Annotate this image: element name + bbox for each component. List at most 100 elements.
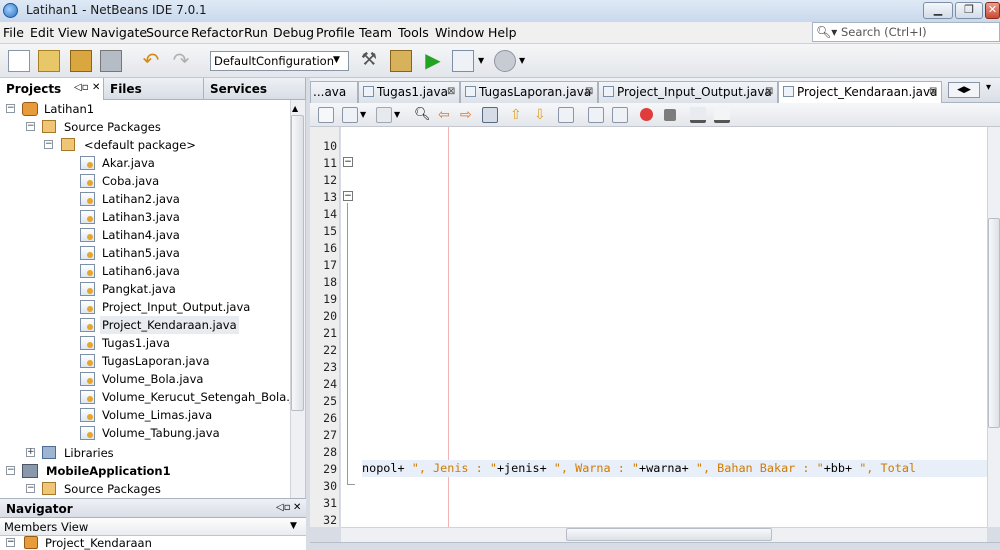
tree-item-project[interactable]: MobileApplication1 [46, 462, 171, 480]
tree-item-file[interactable]: Pangkat.java [102, 280, 176, 298]
toggle-bookmark-icon[interactable] [558, 107, 574, 123]
minimize-pane-icon[interactable]: ◁▫ [276, 502, 290, 513]
fold-toggle-icon[interactable]: − [343, 191, 353, 201]
tree-item-file[interactable]: Latihan5.java [102, 244, 180, 262]
menu-source[interactable]: Source [146, 25, 189, 40]
stop-macro-icon[interactable] [664, 109, 676, 121]
toggle-highlight-icon[interactable] [482, 107, 498, 123]
tree-item-file[interactable]: Latihan6.java [102, 262, 180, 280]
menu-refactor[interactable]: Refactor [191, 25, 243, 40]
profile-dropdown-icon[interactable]: ▼ [519, 50, 529, 72]
close-tab-icon[interactable]: ⊠ [765, 86, 773, 97]
menu-view[interactable]: View [58, 25, 88, 40]
close-tab-icon[interactable]: ⊠ [447, 86, 455, 97]
tree-item-project[interactable]: Latihan1 [44, 100, 94, 118]
menu-tools[interactable]: Tools [398, 25, 429, 40]
tab-tugaslaporan[interactable]: TugasLaporan.java ⊠ [460, 81, 598, 103]
tab-scroll-arrows[interactable]: ◀▶ [948, 82, 980, 98]
minimize-button[interactable]: ▁ [923, 2, 953, 19]
tab-truncated[interactable]: ...ava [310, 81, 358, 103]
tab-project-kendaraan[interactable]: Project_Kendaraan.java ⊠ [778, 81, 942, 104]
tree-item-file[interactable]: Latihan3.java [102, 208, 180, 226]
scroll-up-icon[interactable]: ▲ [292, 104, 298, 113]
new-file-icon[interactable] [8, 50, 30, 72]
menu-window[interactable]: Window [435, 25, 484, 40]
members-view-select[interactable]: Members View ▼ [0, 518, 306, 536]
previous-bookmark-icon[interactable]: ⇧ [510, 107, 526, 123]
next-bookmark-icon[interactable]: ⇩ [534, 107, 550, 123]
menu-team[interactable]: Team [359, 25, 392, 40]
editor-vertical-scrollbar-thumb[interactable] [988, 218, 1000, 428]
menu-help[interactable]: Help [488, 25, 517, 40]
tree-scrollbar-thumb[interactable] [291, 115, 304, 411]
start-macro-icon[interactable] [640, 108, 653, 121]
tree-item-default-package[interactable]: <default package> [84, 136, 196, 154]
close-tab-icon[interactable]: ⊠ [929, 86, 937, 97]
comment-icon[interactable] [690, 107, 706, 123]
forward-dropdown-icon[interactable]: ▼ [394, 107, 402, 123]
tree-item-file[interactable]: Coba.java [102, 172, 159, 190]
collapse-toggle[interactable]: − [44, 140, 53, 149]
find-next-icon[interactable]: ⇨ [460, 107, 476, 123]
run-icon[interactable]: ▶ [422, 50, 444, 72]
history-dropdown-icon[interactable]: ▼ [360, 107, 368, 123]
forward-icon[interactable] [376, 107, 392, 123]
navigator-class-item[interactable]: Project_Kendaraan [45, 536, 152, 550]
forward-history-icon[interactable] [342, 107, 358, 123]
tree-item-file[interactable]: Akar.java [102, 154, 155, 172]
collapse-toggle[interactable]: − [6, 466, 15, 475]
menu-debug[interactable]: Debug [273, 25, 314, 40]
tree-item-source-packages[interactable]: Source Packages [64, 480, 161, 498]
tab-project-input-output[interactable]: Project_Input_Output.java ⊠ [598, 81, 778, 103]
menu-navigate[interactable]: Navigate [91, 25, 147, 40]
tree-item-file[interactable]: Tugas1.java [102, 334, 170, 352]
close-tab-icon[interactable]: ⊠ [585, 86, 593, 97]
tab-tugas1[interactable]: Tugas1.java ⊠ [358, 81, 460, 103]
tree-item-file[interactable]: Project_Input_Output.java [102, 298, 250, 316]
clean-build-icon[interactable] [390, 50, 412, 72]
tab-files[interactable]: Files [104, 78, 204, 100]
collapse-toggle[interactable]: − [6, 104, 15, 113]
close-pane-icon[interactable]: ✕ [92, 82, 100, 93]
collapse-toggle[interactable]: − [26, 122, 35, 131]
tree-item-file-selected[interactable]: Project_Kendaraan.java [100, 316, 239, 334]
tree-item-file[interactable]: Volume_Bola.java [102, 370, 203, 388]
tree-item-file[interactable]: Volume_Tabung.java [102, 424, 220, 442]
configuration-select[interactable]: DefaultConfiguration [210, 51, 349, 71]
fold-toggle-icon[interactable]: − [343, 157, 353, 167]
tab-list-dropdown-icon[interactable]: ▾ [986, 82, 991, 93]
new-project-icon[interactable] [38, 50, 60, 72]
menu-file[interactable]: File [3, 25, 24, 40]
back-icon[interactable] [318, 107, 334, 123]
open-project-icon[interactable] [70, 50, 92, 72]
redo-icon[interactable]: ↷ [170, 50, 192, 72]
tree-item-libraries[interactable]: Libraries [64, 444, 114, 462]
search-input[interactable]: Search (Ctrl+I) [812, 22, 1000, 42]
save-all-icon[interactable] [100, 50, 122, 72]
expand-toggle[interactable]: + [26, 448, 35, 457]
maximize-button[interactable]: ❐ [955, 2, 983, 19]
debug-icon[interactable] [452, 50, 474, 72]
uncomment-icon[interactable] [714, 107, 730, 123]
tree-item-file[interactable]: TugasLaporan.java [102, 352, 210, 370]
menu-edit[interactable]: Edit [30, 25, 54, 40]
tree-item-file[interactable]: Volume_Kerucut_Setengah_Bola.java [102, 388, 290, 406]
profile-icon[interactable] [494, 50, 516, 72]
tree-item-file[interactable]: Latihan2.java [102, 190, 180, 208]
build-hammer-icon[interactable]: ⚒ [358, 50, 380, 72]
close-button[interactable]: ✕ [985, 2, 1000, 19]
find-icon[interactable]: 🔍︎ [414, 107, 431, 123]
collapse-toggle[interactable]: − [26, 484, 35, 493]
undo-icon[interactable]: ↶ [140, 50, 162, 72]
shift-right-icon[interactable] [612, 107, 628, 123]
tree-item-file[interactable]: Volume_Limas.java [102, 406, 212, 424]
menu-profile[interactable]: Profile [316, 25, 355, 40]
close-pane-icon[interactable]: ✕ [293, 502, 301, 513]
tree-item-file[interactable]: Latihan4.java [102, 226, 180, 244]
code-line-29[interactable]: nopol+ ", Jenis : "+jenis+ ", Warna : "+… [362, 460, 987, 477]
menu-run[interactable]: Run [244, 25, 268, 40]
tab-services[interactable]: Services [204, 78, 306, 100]
debug-dropdown-icon[interactable]: ▼ [478, 50, 488, 72]
editor-horizontal-scrollbar-thumb[interactable] [566, 528, 772, 541]
shift-left-icon[interactable] [588, 107, 604, 123]
